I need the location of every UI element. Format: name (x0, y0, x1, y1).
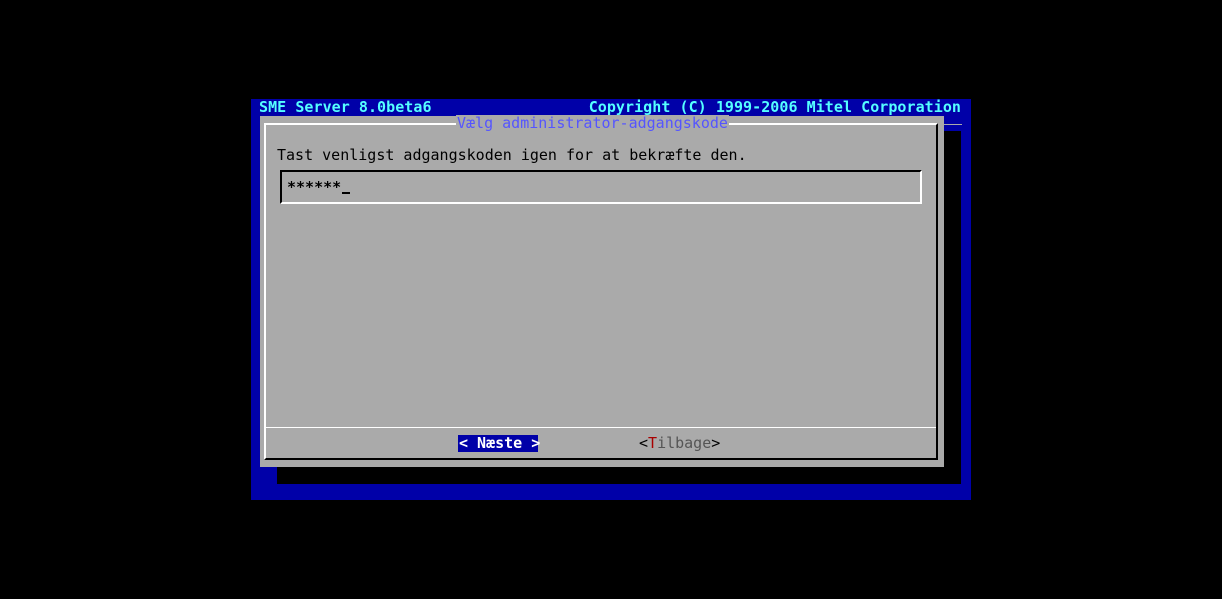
confirmation-prompt: Tast venligst adgangskoden igen for at b… (277, 146, 747, 164)
password-confirm-input[interactable]: ****** (280, 170, 922, 204)
back-button-open-bracket: < (639, 434, 649, 452)
product-version-label: SME Server 8.0beta6 (259, 98, 432, 116)
dialog-title: Vælg administrator-adgangskode (456, 114, 729, 132)
text-cursor (342, 192, 351, 194)
back-button-label: ilbage (657, 434, 712, 452)
password-masked-text: ****** (287, 178, 342, 196)
button-separator (266, 427, 936, 428)
password-field-value: ****** (287, 178, 351, 196)
next-button[interactable]: < Næste > (458, 435, 540, 452)
back-button-close-bracket: > (711, 434, 721, 452)
password-dialog: Vælg administrator-adgangskode Tast venl… (260, 114, 944, 467)
back-button[interactable]: <Tilbage> (638, 435, 721, 452)
back-button-hotkey: T (648, 434, 658, 452)
